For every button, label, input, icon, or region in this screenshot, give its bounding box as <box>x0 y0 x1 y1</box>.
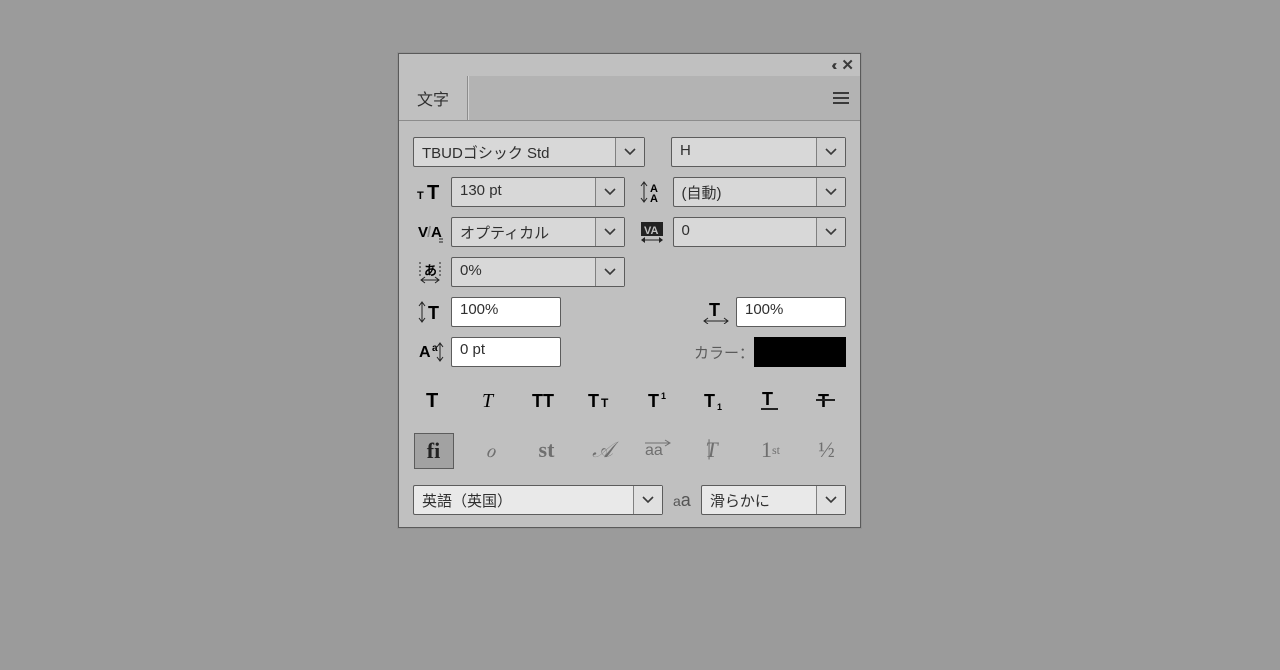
chevron-down-icon[interactable] <box>615 138 644 166</box>
chevron-down-icon[interactable] <box>595 218 624 246</box>
tracking-value: 0 <box>674 218 817 246</box>
font-size-icon: TT <box>413 181 451 203</box>
tab-empty-area <box>468 76 860 120</box>
tsume-value: 0% <box>452 258 595 286</box>
baseline-shift-input[interactable]: 0 pt <box>451 337 561 367</box>
svg-text:aa: aa <box>645 442 663 459</box>
strikethrough-button[interactable]: T <box>807 383 845 417</box>
text-style-row: T T TT TT T1 T1 T T <box>413 383 846 417</box>
all-caps-button[interactable]: TT <box>527 383 565 417</box>
font-size-select[interactable]: 130 pt <box>451 177 625 207</box>
svg-text:あ: あ <box>424 263 437 278</box>
baseline-shift-icon: Aa <box>413 340 451 364</box>
ot-ornaments-button[interactable]: T| <box>696 433 734 467</box>
ot-contextual-button[interactable]: aa <box>640 433 678 467</box>
kerning-icon: V/A <box>413 221 451 243</box>
svg-text:a: a <box>432 343 438 354</box>
font-style-value: H <box>672 138 816 166</box>
svg-text:T: T <box>482 390 495 411</box>
svg-text:T: T <box>762 389 773 409</box>
panel-body: TBUDゴシック Std H TT 130 pt <box>399 121 860 527</box>
svg-text:VA: VA <box>644 225 659 237</box>
language-select[interactable]: 英語（英国） <box>413 485 663 515</box>
svg-text:T: T <box>709 300 720 320</box>
antialias-icon: aa <box>673 490 691 511</box>
leading-select[interactable]: (自動) <box>673 177 847 207</box>
svg-text:T: T <box>428 303 439 323</box>
leading-value: (自動) <box>674 178 817 206</box>
svg-text:A: A <box>419 344 431 361</box>
character-panel: ‹‹ ✕ 文字 TBUDゴシック Std H <box>398 53 861 528</box>
opentype-row: fi ℴ st 𝒜 aa T| 1st ½ <box>413 433 846 469</box>
svg-text:1: 1 <box>661 391 666 401</box>
svg-text:T: T <box>427 182 439 203</box>
collapse-icon[interactable]: ‹‹ <box>831 57 833 74</box>
ot-titling-button[interactable]: 𝒜 <box>584 433 622 467</box>
chevron-down-icon[interactable] <box>633 486 662 514</box>
svg-text:A: A <box>431 224 442 241</box>
ot-fractions-button[interactable]: ½ <box>808 433 846 467</box>
chevron-down-icon[interactable] <box>595 178 624 206</box>
panel-window-bar: ‹‹ ✕ <box>399 54 860 76</box>
vertical-scale-input[interactable]: 100% <box>451 297 561 327</box>
chevron-down-icon[interactable] <box>816 138 845 166</box>
antialias-select[interactable]: 滑らかに <box>701 485 846 515</box>
subscript-button[interactable]: T1 <box>695 383 733 417</box>
antialias-value: 滑らかに <box>702 486 816 514</box>
ot-ordinals-button[interactable]: 1st <box>752 433 790 467</box>
ot-swash-button[interactable]: ℴ <box>472 433 510 467</box>
tab-character[interactable]: 文字 <box>399 76 468 120</box>
close-icon[interactable]: ✕ <box>841 56 854 74</box>
svg-text:TT: TT <box>532 391 554 411</box>
ot-stylistic-button[interactable]: st <box>528 433 566 467</box>
font-size-value: 130 pt <box>452 178 595 206</box>
ot-ligatures-button[interactable]: fi <box>414 433 454 469</box>
underline-button[interactable]: T <box>751 383 789 417</box>
faux-italic-button[interactable]: T <box>471 383 509 417</box>
language-value: 英語（英国） <box>414 486 633 514</box>
kerning-select[interactable]: オプティカル <box>451 217 625 247</box>
svg-text:T: T <box>601 396 609 410</box>
svg-text:T: T <box>417 190 424 202</box>
chevron-down-icon[interactable] <box>595 258 624 286</box>
faux-bold-button[interactable]: T <box>415 383 453 417</box>
font-family-value: TBUDゴシック Std <box>414 138 615 166</box>
kerning-value: オプティカル <box>452 218 595 246</box>
color-label: カラー： <box>694 342 754 363</box>
flyout-menu-icon[interactable] <box>832 91 850 105</box>
chevron-down-icon[interactable] <box>816 218 845 246</box>
vertical-scale-icon: T <box>413 300 451 324</box>
svg-text:1: 1 <box>717 402 722 411</box>
svg-text:A: A <box>650 193 658 204</box>
svg-text:T: T <box>704 391 715 411</box>
tsume-select[interactable]: 0% <box>451 257 625 287</box>
tracking-icon: VA <box>635 220 673 244</box>
leading-icon: AA <box>635 180 673 204</box>
svg-text:T: T <box>426 390 438 411</box>
svg-text:T: T <box>588 391 599 411</box>
chevron-down-icon[interactable] <box>816 486 845 514</box>
small-caps-button[interactable]: TT <box>583 383 621 417</box>
font-style-select[interactable]: H <box>671 137 846 167</box>
svg-text:T: T <box>648 391 659 411</box>
superscript-button[interactable]: T1 <box>639 383 677 417</box>
color-swatch[interactable] <box>754 337 846 367</box>
horizontal-scale-icon: T <box>698 300 736 324</box>
horizontal-scale-input[interactable]: 100% <box>736 297 846 327</box>
tab-bar: 文字 <box>399 76 860 121</box>
tracking-select[interactable]: 0 <box>673 217 847 247</box>
chevron-down-icon[interactable] <box>816 178 845 206</box>
tsume-icon: あ <box>413 260 451 284</box>
font-family-select[interactable]: TBUDゴシック Std <box>413 137 645 167</box>
